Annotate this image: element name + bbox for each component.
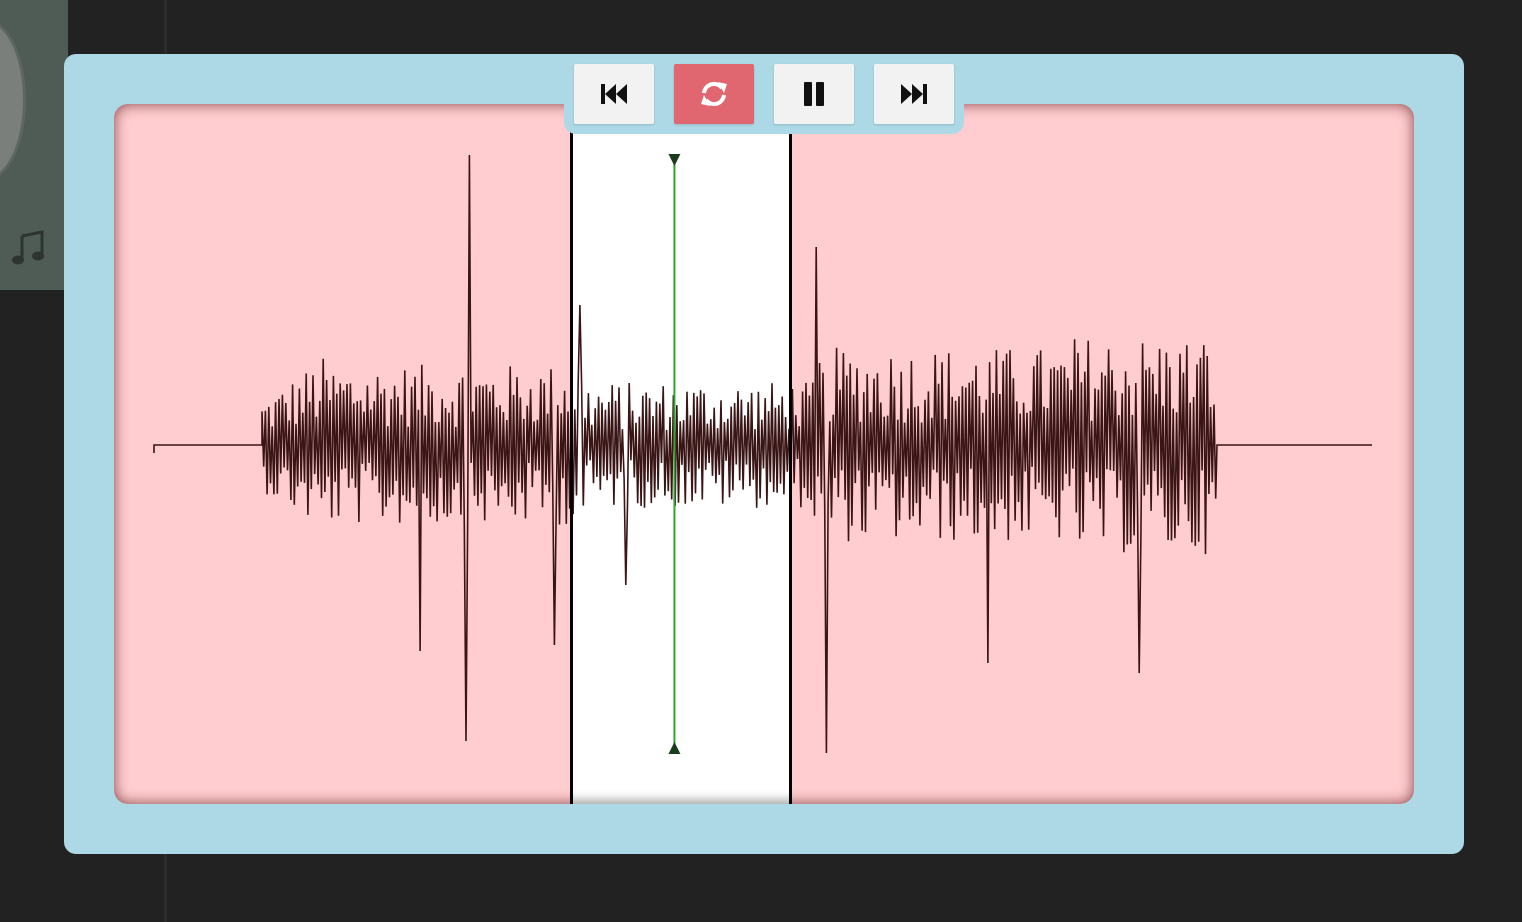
skip-back-button[interactable] bbox=[574, 64, 654, 124]
loop-icon bbox=[701, 81, 727, 107]
playhead-top-marker bbox=[668, 154, 681, 166]
audio-player-panel bbox=[64, 54, 1464, 854]
waveform bbox=[153, 154, 1372, 754]
pause-icon bbox=[804, 82, 824, 106]
music-note-icon bbox=[12, 230, 44, 265]
skip-forward-button[interactable] bbox=[874, 64, 954, 124]
album-disc bbox=[0, 20, 26, 180]
selection-end-handle[interactable] bbox=[788, 104, 792, 804]
skip-forward-icon bbox=[901, 84, 927, 104]
transport-controls bbox=[564, 54, 964, 134]
loop-button[interactable] bbox=[674, 64, 754, 124]
waveform-view[interactable] bbox=[114, 104, 1414, 804]
skip-back-icon bbox=[601, 84, 627, 104]
playhead-bottom-marker bbox=[668, 742, 681, 754]
waveform-line bbox=[153, 154, 1372, 754]
side-media-card[interactable] bbox=[0, 0, 68, 290]
pause-button[interactable] bbox=[774, 64, 854, 124]
selection-start-handle[interactable] bbox=[570, 104, 574, 804]
